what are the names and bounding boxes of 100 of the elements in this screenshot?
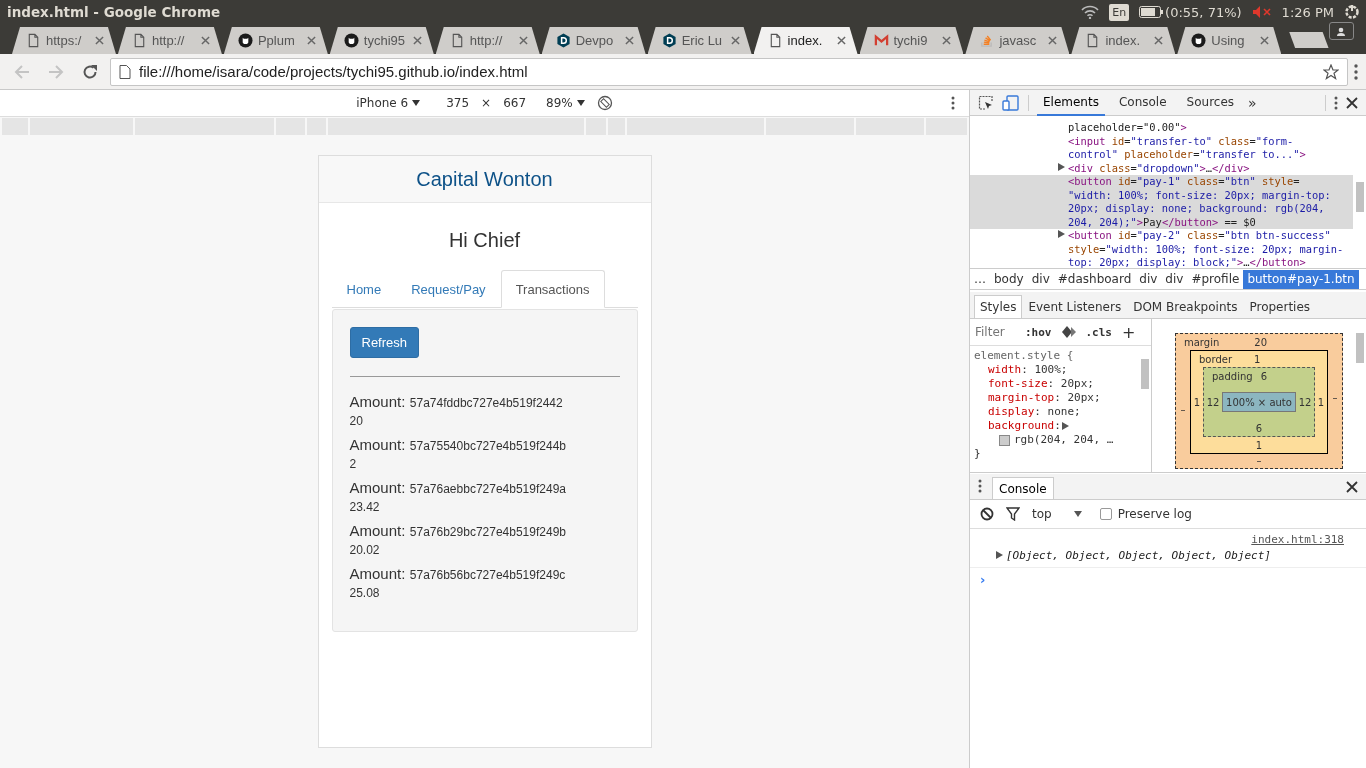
add-rule-button[interactable]: + xyxy=(1122,322,1136,342)
style-property[interactable]: margin-top: 20px; xyxy=(974,391,1135,405)
style-property[interactable]: display: none; xyxy=(974,405,1135,419)
close-icon[interactable] xyxy=(836,36,846,45)
browser-tab[interactable]: tychi95 xyxy=(329,27,434,54)
height-value[interactable]: 667 xyxy=(503,96,527,110)
hover-toggle[interactable]: :hov xyxy=(1025,325,1052,339)
menu-icon[interactable] xyxy=(951,96,955,110)
nav-tab[interactable]: Transactions xyxy=(500,270,605,308)
browser-tab[interactable]: Devpo xyxy=(541,27,646,54)
star-icon[interactable] xyxy=(1323,63,1339,80)
new-tab-button[interactable] xyxy=(1289,32,1329,48)
wifi-icon[interactable] xyxy=(1081,5,1100,19)
filter-icon[interactable] xyxy=(1006,507,1020,521)
nav-tab[interactable]: Request/Pay xyxy=(396,270,501,308)
battery-icon[interactable] xyxy=(1139,6,1164,18)
power-icon[interactable] xyxy=(1344,4,1360,20)
breadcrumb[interactable]: div xyxy=(1161,269,1188,289)
close-icon[interactable] xyxy=(1346,96,1358,109)
code-line[interactable]: <input id="transfer-to" class="form- xyxy=(1068,134,1306,148)
inspect-icon[interactable] xyxy=(978,94,994,111)
browser-tab[interactable]: http:// xyxy=(117,27,222,54)
style-selector[interactable]: element.style { xyxy=(974,349,1135,363)
clear-icon[interactable] xyxy=(980,507,994,521)
filter-field[interactable]: Filter xyxy=(975,325,1015,339)
code-line[interactable]: "width: 100%; font-size: 20px; margin-top: xyxy=(1068,188,1331,202)
style-property[interactable]: font-size: 20px; xyxy=(974,377,1135,391)
style-property[interactable]: width: 100%; xyxy=(974,363,1135,377)
devtools-tab[interactable]: Console xyxy=(1112,89,1173,116)
browser-tab[interactable]: Eric Lu xyxy=(647,27,752,54)
expand-arrow-icon[interactable] xyxy=(1058,162,1065,171)
device-icon[interactable] xyxy=(1002,94,1020,111)
breadcrumb[interactable]: div xyxy=(1135,269,1162,289)
checkbox-label[interactable]: Preserve log xyxy=(1117,507,1192,521)
log-message[interactable]: [Object, Object, Object, Object, Object] xyxy=(996,546,1344,567)
menu-icon[interactable] xyxy=(1354,63,1358,80)
source-link[interactable]: index.html:318 xyxy=(1251,533,1344,546)
sidebar-tab[interactable]: Styles xyxy=(974,295,1023,318)
code-line[interactable]: <button id="pay-1" class="btn" style= xyxy=(1068,175,1331,189)
color-swatch[interactable] xyxy=(999,434,1010,446)
browser-tab[interactable]: tychi9 xyxy=(859,27,964,54)
breadcrumb[interactable]: div xyxy=(1027,269,1054,289)
browser-tab[interactable]: index. xyxy=(1071,27,1176,54)
rotate-icon[interactable] xyxy=(596,95,613,111)
console-prompt[interactable]: › xyxy=(980,572,986,587)
address-bar[interactable]: file:///home/isara/code/projects/tychi95.github.io/index.html xyxy=(110,57,1348,86)
code-line[interactable]: placeholder="0.00"> xyxy=(1068,121,1187,135)
browser-tab[interactable]: http:// xyxy=(435,27,540,54)
browser-tab[interactable]: index. xyxy=(753,27,858,54)
nav-tab[interactable]: Home xyxy=(331,270,397,308)
breadcrumb[interactable]: #dashboard xyxy=(1053,269,1136,289)
console-tab[interactable]: Console xyxy=(992,477,1054,499)
keyboard-indicator[interactable]: En xyxy=(1109,3,1130,21)
code-line[interactable]: 204, 204);">Pay</button> == $0 xyxy=(1068,215,1331,229)
sidebar-tab[interactable]: Properties xyxy=(1243,295,1317,318)
code-line[interactable]: <div class="dropdown">…</div> xyxy=(1068,161,1250,175)
refresh-button[interactable]: Refresh xyxy=(349,327,420,358)
clock[interactable]: 1:26 PM xyxy=(1281,4,1334,20)
diamond-icon[interactable] xyxy=(1061,326,1076,338)
menu-icon[interactable] xyxy=(1334,95,1338,110)
class-toggle[interactable]: .cls xyxy=(1085,325,1112,339)
close-icon[interactable] xyxy=(1346,481,1358,493)
sidebar-tab[interactable]: DOM Breakpoints xyxy=(1127,295,1244,318)
style-property[interactable]: background: xyxy=(988,419,1061,433)
amount-value: 23.42 xyxy=(349,500,381,514)
more-tabs[interactable]: » xyxy=(1248,94,1257,111)
code-line[interactable]: top: 20px; display: block;">…</button> xyxy=(1068,256,1344,268)
caret-icon[interactable] xyxy=(576,100,585,106)
devtools-tab[interactable]: Elements xyxy=(1037,89,1105,116)
code-line[interactable]: style="width: 100%; font-size: 20px; margin- xyxy=(1068,242,1344,256)
code-line[interactable]: 20px; display: none; background: rgb(204, xyxy=(1068,202,1331,216)
profile-button[interactable] xyxy=(1328,22,1354,40)
breadcrumb[interactable]: body xyxy=(990,269,1028,289)
browser-tab[interactable]: https:/ xyxy=(12,27,116,54)
width-value[interactable]: 375 xyxy=(446,96,470,110)
muted-speaker-icon[interactable] xyxy=(1251,5,1272,19)
breadcrumb[interactable]: … xyxy=(970,269,990,289)
expand-arrow-icon[interactable] xyxy=(1061,422,1069,430)
code-line[interactable]: control" placeholder="transfer to..."> xyxy=(1068,148,1306,162)
menu-icon[interactable] xyxy=(978,479,982,493)
caret-icon[interactable] xyxy=(1073,511,1082,517)
expand-arrow-icon[interactable] xyxy=(996,551,1003,559)
breadcrumb[interactable]: #profile xyxy=(1187,269,1244,289)
context-select[interactable]: top xyxy=(1032,507,1052,521)
zoom-select[interactable]: 89% xyxy=(546,96,573,110)
property-value[interactable]: rgb(204, 204, … xyxy=(1014,433,1114,447)
caret-icon[interactable] xyxy=(412,100,421,106)
browser-tab[interactable]: Using xyxy=(1177,27,1282,54)
code-line[interactable]: <button id="pay-2" class="btn btn-success" xyxy=(1068,229,1344,243)
hexagon-icon xyxy=(661,33,677,48)
breadcrumb[interactable]: button#pay-1.btn xyxy=(1243,269,1359,289)
browser-tab[interactable]: Pplum xyxy=(223,27,328,54)
reload-icon[interactable] xyxy=(82,63,98,80)
browser-tab[interactable]: javasc xyxy=(965,27,1070,54)
sidebar-tab[interactable]: Event Listeners xyxy=(1022,295,1128,318)
checkbox[interactable] xyxy=(1099,508,1112,520)
transaction-id: 57a74fddbc727e4b519f2442 xyxy=(409,396,563,410)
devtools-tab[interactable]: Sources xyxy=(1180,89,1241,116)
expand-arrow-icon[interactable] xyxy=(1058,230,1065,238)
device-select[interactable]: iPhone 6 xyxy=(356,96,409,110)
